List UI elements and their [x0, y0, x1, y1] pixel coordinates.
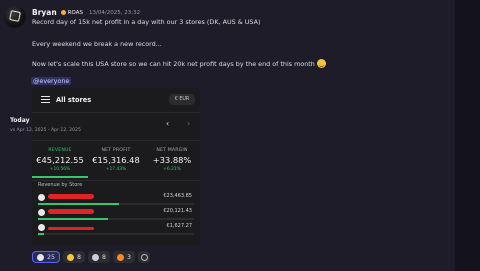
chevron-right-icon: › — [187, 119, 191, 128]
heart-eyes-emoji-icon — [67, 253, 75, 261]
metric-value: €15,316.48 — [92, 155, 140, 165]
message-line-3-text: Now let's scale this USA store so we can… — [32, 60, 315, 68]
store-bar-track — [38, 218, 194, 220]
reaction-rocket[interactable]: 8 — [88, 251, 111, 263]
shopify-store-icon — [38, 209, 45, 216]
reaction-fire[interactable]: 3 — [113, 251, 136, 263]
period-label: Today — [10, 117, 30, 124]
add-reaction-icon — [140, 253, 148, 261]
metric-change: +17.43% — [105, 167, 127, 172]
shopify-store-icon — [38, 224, 45, 231]
role-badge[interactable]: ROAS — [60, 9, 84, 16]
metric-change: +6.21% — [163, 167, 181, 172]
currency-selector: € EUR — [169, 94, 195, 105]
message-timestamp[interactable]: 13/04/2025, 23:32 — [89, 10, 140, 16]
smile-emoji-icon — [316, 59, 326, 68]
store-bar-fill — [38, 218, 109, 220]
chevron-left-icon: ‹ — [166, 119, 170, 128]
metric-change: +10.56% — [49, 167, 71, 172]
avatar-logo-icon — [9, 10, 21, 22]
rocket-emoji-icon — [92, 253, 100, 261]
store-row: €1,627.27 — [36, 223, 196, 237]
dashboard-title: All stores — [56, 96, 92, 104]
period-compare: vs Apr 12, 2025 - Apr 12, 2025 — [10, 128, 81, 133]
metric-net-profit: NET PROFIT €15,316.48 +17.43% — [88, 148, 144, 172]
metrics-divider — [32, 180, 200, 181]
store-bar-track — [38, 233, 194, 235]
redacted-store-name — [48, 227, 94, 230]
reaction-count: 8 — [77, 253, 82, 261]
scrollbar-gutter[interactable] — [455, 0, 480, 271]
shopify-store-icon — [38, 194, 45, 201]
store-bar-fill — [38, 233, 45, 235]
reaction-count: 25 — [47, 253, 56, 261]
store-revenue: €23,463.85 — [163, 193, 192, 199]
message-line-1: Record day of 15k net profit in a day wi… — [32, 18, 261, 26]
store-revenue: €20,121.43 — [163, 208, 192, 214]
fire-emoji-icon — [117, 253, 125, 261]
metric-label: NET MARGIN — [156, 148, 188, 153]
metric-value: €45,212.55 — [36, 155, 84, 165]
message-header: Bryan ROAS 13/04/2025, 23:32 — [32, 7, 140, 18]
store-revenue: €1,627.27 — [166, 223, 192, 229]
store-row: €23,463.85 — [36, 193, 196, 207]
active-metric-indicator — [32, 176, 88, 178]
goat-emoji-icon — [37, 253, 44, 261]
metric-value: +33.88% — [152, 155, 192, 165]
message-line-2: Every weekend we break a new record... — [32, 40, 162, 48]
username[interactable]: Bryan — [32, 8, 57, 17]
message-line-3: Now let's scale this USA store so we can… — [32, 59, 326, 68]
role-badge-label: ROAS — [67, 9, 84, 16]
avatar[interactable] — [4, 6, 26, 28]
reaction-count: 3 — [127, 253, 132, 261]
reaction-count: 8 — [102, 253, 107, 261]
metric-net-margin: NET MARGIN +33.88% +6.21% — [144, 148, 200, 172]
metric-label: REVENUE — [48, 148, 72, 153]
role-icon — [60, 10, 66, 15]
everyone-mention[interactable]: @everyone — [31, 77, 72, 85]
metric-label: NET PROFIT — [101, 148, 131, 153]
menu-icon — [41, 96, 50, 103]
redacted-store-name — [48, 194, 94, 199]
revenue-by-store-title: Revenue by Store — [38, 182, 83, 188]
metric-revenue: REVENUE €45,212.55 +10.56% — [32, 148, 88, 172]
store-bar-fill — [38, 203, 120, 205]
reaction-goat[interactable]: 25 — [32, 251, 61, 263]
store-row: €20,121.43 — [36, 208, 196, 222]
header-divider — [32, 112, 200, 113]
add-reaction-button[interactable] — [138, 251, 151, 263]
reaction-heart-eyes[interactable]: 8 — [63, 251, 86, 263]
dashboard-header: All stores € EUR — [32, 88, 200, 112]
redacted-store-name — [48, 209, 94, 214]
period-divider — [32, 140, 200, 141]
store-bar-track — [38, 203, 194, 205]
reaction-bar: 25 8 8 3 — [32, 251, 151, 263]
